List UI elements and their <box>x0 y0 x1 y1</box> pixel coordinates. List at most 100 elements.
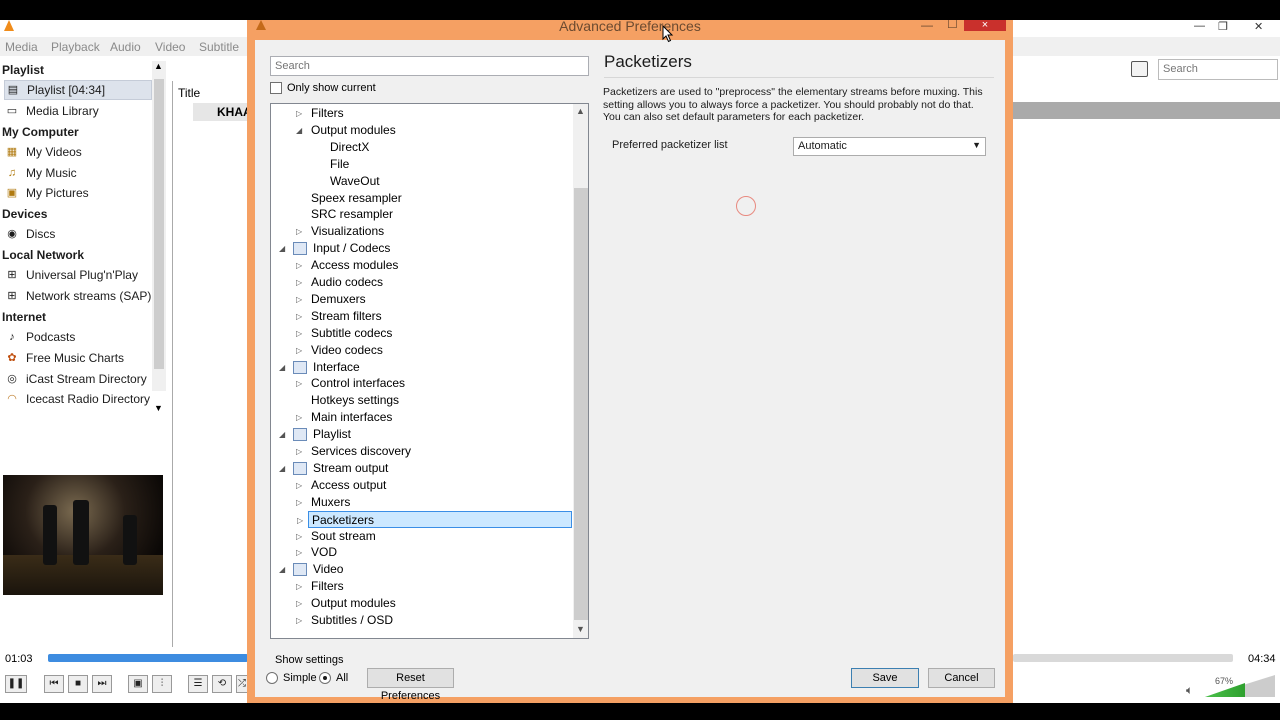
playlist-search-input[interactable]: Search <box>1158 59 1278 80</box>
next-button[interactable]: ⏭ <box>92 675 112 693</box>
tree-item[interactable]: ▷ Visualizations <box>271 223 573 240</box>
tree-item[interactable]: ◢ Output modules <box>271 122 573 139</box>
tree-item[interactable]: ▷ Access modules <box>271 257 573 274</box>
expanded-arrow-icon[interactable]: ◢ <box>279 561 285 578</box>
tree-item[interactable]: ▷ Control interfaces <box>271 375 573 392</box>
menu-media[interactable]: Media <box>5 40 38 54</box>
extended-settings-button[interactable]: ⫶ <box>152 675 172 693</box>
loop-button[interactable]: ⟲ <box>212 675 232 693</box>
tree-item[interactable]: ▷ Subtitle codecs <box>271 325 573 342</box>
save-button[interactable]: Save <box>851 668 919 688</box>
tree-item[interactable]: SRC resampler <box>271 206 573 223</box>
only-show-current-checkbox[interactable]: Only show current <box>270 82 376 94</box>
expanded-arrow-icon[interactable]: ◢ <box>279 426 285 443</box>
tree-item[interactable]: File <box>271 156 573 173</box>
tree-item[interactable]: ▷ Stream filters <box>271 308 573 325</box>
menu-subtitle[interactable]: Subtitle <box>199 40 239 54</box>
collapsed-arrow-icon[interactable]: ▷ <box>296 409 302 426</box>
menu-video[interactable]: Video <box>155 40 185 54</box>
tree-item[interactable]: ▷ Services discovery <box>271 443 573 460</box>
tree-item[interactable]: ▷ VOD <box>271 544 573 561</box>
minimize-icon[interactable]: — <box>1194 20 1205 32</box>
radio-simple[interactable]: Simple <box>266 672 317 684</box>
tree-item[interactable]: ▷ Access output <box>271 477 573 494</box>
tree-item[interactable]: ▷ Subtitles / OSD <box>271 612 573 629</box>
collapsed-arrow-icon[interactable]: ▷ <box>296 477 302 494</box>
sidebar-item-playlist[interactable]: ▤ Playlist [04:34] <box>4 80 152 100</box>
playlist-toggle-button[interactable]: ☰ <box>188 675 208 693</box>
expanded-arrow-icon[interactable]: ◢ <box>279 359 285 376</box>
tree-item[interactable]: ▷ Main interfaces <box>271 409 573 426</box>
collapsed-arrow-icon[interactable]: ▷ <box>296 494 302 511</box>
scroll-thumb[interactable] <box>574 188 588 620</box>
sidebar-scrollbar[interactable]: ▲ ▼ <box>152 61 166 413</box>
scroll-down-icon[interactable]: ▼ <box>576 624 585 634</box>
sidebar-item-my-pictures[interactable]: ▣ My Pictures <box>4 183 152 203</box>
collapsed-arrow-icon[interactable]: ▷ <box>296 612 302 629</box>
fullscreen-button[interactable]: ▣ <box>128 675 148 693</box>
packetizer-list-select[interactable]: Automatic ▼ <box>793 137 986 156</box>
tree-item[interactable]: ▷ Output modules <box>271 595 573 612</box>
sidebar-item-icast[interactable]: ◎ iCast Stream Directory <box>4 369 152 389</box>
tree-item[interactable]: ◢ Interface <box>271 359 573 376</box>
preferences-search-input[interactable] <box>270 56 589 76</box>
seek-bar-remaining[interactable] <box>1013 654 1233 662</box>
stop-button[interactable]: ■ <box>68 675 88 693</box>
tree-item[interactable]: ◢ Input / Codecs <box>271 240 573 257</box>
scroll-up-icon[interactable]: ▲ <box>576 106 585 116</box>
collapsed-arrow-icon[interactable]: ▷ <box>296 257 302 274</box>
tree-item[interactable]: DirectX <box>271 139 573 156</box>
collapsed-arrow-icon[interactable]: ▷ <box>296 325 302 342</box>
radio-all[interactable]: All <box>319 672 348 684</box>
minimize-icon[interactable]: — <box>921 20 933 32</box>
tree-item[interactable]: ▷ Packetizers <box>297 510 572 528</box>
scroll-up-icon[interactable]: ▲ <box>154 61 163 71</box>
tree-item[interactable]: ▷ Sout stream <box>271 528 573 545</box>
expanded-arrow-icon[interactable]: ◢ <box>279 240 285 257</box>
menu-audio[interactable]: Audio <box>110 40 141 54</box>
tree-item[interactable]: Hotkeys settings <box>271 392 573 409</box>
speaker-icon[interactable]: 🔈︎ <box>1186 683 1193 698</box>
menu-playback[interactable]: Playback <box>51 40 100 54</box>
collapsed-arrow-icon[interactable]: ▷ <box>297 512 303 529</box>
checkbox-box[interactable] <box>270 82 282 94</box>
radio-button[interactable] <box>319 672 331 684</box>
close-button[interactable]: × <box>964 20 1006 31</box>
collapsed-arrow-icon[interactable]: ▷ <box>296 308 302 325</box>
tree-item[interactable]: ◢ Playlist <box>271 426 573 443</box>
cancel-button[interactable]: Cancel <box>928 668 995 688</box>
collapsed-arrow-icon[interactable]: ▷ <box>296 595 302 612</box>
sidebar-item-my-videos[interactable]: ▦ My Videos <box>4 142 152 162</box>
tree-item[interactable]: ▷ Audio codecs <box>271 274 573 291</box>
expanded-arrow-icon[interactable]: ◢ <box>296 122 302 139</box>
scroll-down-icon[interactable]: ▼ <box>154 403 163 413</box>
tree-item[interactable]: WaveOut <box>271 173 573 190</box>
video-preview[interactable] <box>3 475 163 595</box>
collapsed-arrow-icon[interactable]: ▷ <box>296 105 302 122</box>
playlist-row[interactable]: KHAA <box>193 103 253 121</box>
tree-item[interactable]: ◢ Stream output <box>271 460 573 477</box>
collapsed-arrow-icon[interactable]: ▷ <box>296 528 302 545</box>
reset-preferences-button[interactable]: Reset Preferences <box>367 668 454 702</box>
tree-item[interactable]: ▷ Filters <box>271 578 573 595</box>
sidebar-item-podcasts[interactable]: ♪ Podcasts <box>4 327 152 347</box>
previous-button[interactable]: ⏮ <box>44 675 64 693</box>
tree-item[interactable]: Speex resampler <box>271 190 573 207</box>
collapsed-arrow-icon[interactable]: ▷ <box>296 223 302 240</box>
sidebar-item-my-music[interactable]: ♫ My Music <box>4 163 152 183</box>
seek-bar-played[interactable] <box>48 654 248 662</box>
tree-scrollbar[interactable]: ▲ ▼ <box>573 104 588 638</box>
maximize-icon[interactable]: ☐ <box>947 20 958 31</box>
tree-item[interactable]: ▷ Filters <box>271 105 573 122</box>
tree-item[interactable]: ▷ Muxers <box>271 494 573 511</box>
collapsed-arrow-icon[interactable]: ▷ <box>296 342 302 359</box>
sidebar-item-discs[interactable]: ◉ Discs <box>4 224 152 244</box>
sidebar-item-icecast[interactable]: ◠ Icecast Radio Directory <box>4 389 152 409</box>
title-column-header[interactable]: Title <box>178 86 200 100</box>
expanded-arrow-icon[interactable]: ◢ <box>279 460 285 477</box>
tree-item[interactable]: ▷ Video codecs <box>271 342 573 359</box>
pause-button[interactable]: ❚❚ <box>5 675 27 693</box>
collapsed-arrow-icon[interactable]: ▷ <box>296 544 302 561</box>
restore-icon[interactable]: ❐ <box>1218 20 1228 33</box>
tree-item[interactable]: ▷ Demuxers <box>271 291 573 308</box>
